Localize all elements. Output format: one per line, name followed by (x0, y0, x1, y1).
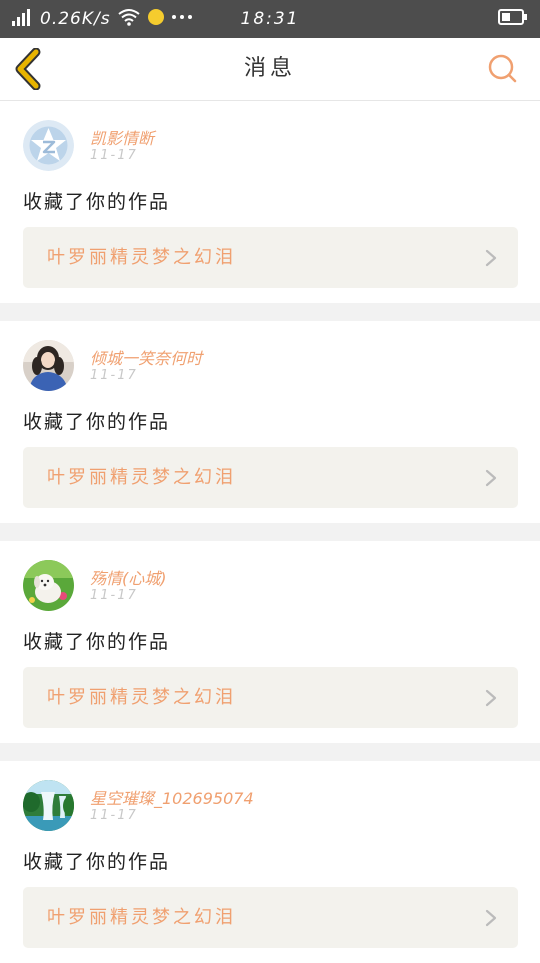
work-link[interactable]: 叶罗丽精灵梦之幻泪 (23, 887, 518, 948)
header: 消息 (0, 38, 540, 101)
username[interactable]: 星空璀璨_102695074 (90, 785, 254, 809)
message-action: 收藏了你的作品 (23, 411, 171, 433)
message-date: 11-17 (90, 148, 138, 163)
work-link[interactable]: 叶罗丽精灵梦之幻泪 (23, 447, 518, 508)
avatar[interactable] (23, 560, 74, 611)
username[interactable]: 凯影情断 (90, 125, 154, 149)
chevron-right-icon (485, 469, 497, 487)
message-list: 凯影情断 11-17 收藏了你的作品 叶罗丽精灵梦之幻泪 倾城一笑奈何时 11-… (0, 101, 540, 963)
work-title: 叶罗丽精灵梦之幻泪 (47, 687, 236, 708)
avatar[interactable] (23, 340, 74, 391)
chevron-right-icon (485, 249, 497, 267)
message-card: 殇情(心城) 11-17 收藏了你的作品 叶罗丽精灵梦之幻泪 (0, 541, 540, 743)
white-dog-photo-avatar (23, 560, 74, 611)
work-title: 叶罗丽精灵梦之幻泪 (47, 907, 236, 928)
page-title: 消息 (243, 56, 296, 81)
message-card: 倾城一笑奈何时 11-17 收藏了你的作品 叶罗丽精灵梦之幻泪 (0, 321, 540, 523)
message-action: 收藏了你的作品 (23, 631, 171, 653)
search-icon (488, 54, 517, 83)
work-title: 叶罗丽精灵梦之幻泪 (47, 247, 236, 268)
work-link[interactable]: 叶罗丽精灵梦之幻泪 (23, 667, 518, 728)
status-bar: 0.26K/s 18:31 (0, 0, 540, 38)
waterfall-photo-avatar (23, 780, 74, 831)
qzone-logo-avatar (23, 120, 74, 171)
username[interactable]: 倾城一笑奈何时 (90, 345, 202, 369)
work-link[interactable]: 叶罗丽精灵梦之幻泪 (23, 227, 518, 288)
chevron-right-icon (485, 689, 497, 707)
message-action: 收藏了你的作品 (23, 851, 171, 873)
message-card: 星空璀璨_102695074 11-17 收藏了你的作品 叶罗丽精灵梦之幻泪 (0, 761, 540, 963)
message-action: 收藏了你的作品 (23, 191, 171, 213)
message-card: 凯影情断 11-17 收藏了你的作品 叶罗丽精灵梦之幻泪 (0, 101, 540, 303)
message-date: 11-17 (90, 588, 138, 603)
status-right (498, 0, 528, 38)
chevron-right-icon (485, 909, 497, 927)
girl-photo-avatar (23, 340, 74, 391)
battery-icon (498, 8, 528, 30)
status-time: 18:31 (240, 9, 300, 29)
message-date: 11-17 (90, 808, 138, 823)
message-date: 11-17 (90, 368, 138, 383)
work-title: 叶罗丽精灵梦之幻泪 (47, 467, 236, 488)
avatar[interactable] (23, 780, 74, 831)
username[interactable]: 殇情(心城) (90, 565, 167, 589)
avatar[interactable] (23, 120, 74, 171)
search-button[interactable] (486, 52, 520, 86)
